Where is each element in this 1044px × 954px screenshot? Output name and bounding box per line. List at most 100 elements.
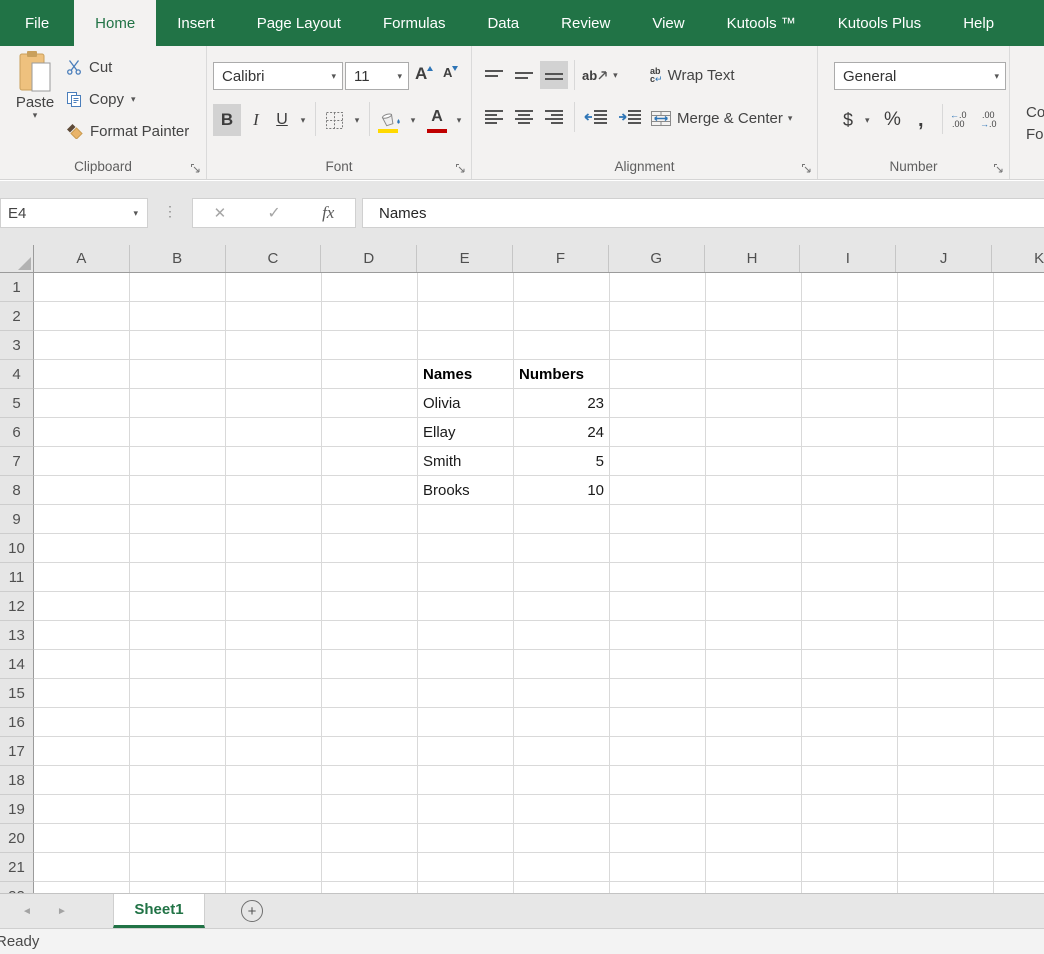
cell-C13[interactable] xyxy=(226,621,322,650)
cell-C15[interactable] xyxy=(226,679,322,708)
row-header-5[interactable]: 5 xyxy=(0,389,34,418)
new-sheet-button[interactable]: + xyxy=(241,900,263,922)
cell-E7[interactable]: Smith xyxy=(418,447,514,476)
cell-D20[interactable] xyxy=(322,824,418,853)
cell-F17[interactable] xyxy=(514,737,610,766)
cell-E4[interactable]: Names xyxy=(418,360,514,389)
row-header-21[interactable]: 21 xyxy=(0,853,34,882)
cell-I2[interactable] xyxy=(802,302,898,331)
cancel-icon[interactable]: ✕ xyxy=(214,204,227,222)
cell-H19[interactable] xyxy=(706,795,802,824)
cell-K9[interactable] xyxy=(994,505,1044,534)
fill-color-button[interactable] xyxy=(375,104,405,136)
cell-F5[interactable]: 23 xyxy=(514,389,610,418)
wrap-text-button[interactable]: ab c↵ Wrap Text xyxy=(650,61,735,89)
cell-A17[interactable] xyxy=(34,737,130,766)
cell-D4[interactable] xyxy=(322,360,418,389)
row-header-15[interactable]: 15 xyxy=(0,679,34,708)
cell-C16[interactable] xyxy=(226,708,322,737)
underline-button[interactable]: U xyxy=(269,104,295,136)
currency-format-button[interactable]: $ xyxy=(843,104,853,136)
cell-K19[interactable] xyxy=(994,795,1044,824)
cell-D21[interactable] xyxy=(322,853,418,882)
cell-D9[interactable] xyxy=(322,505,418,534)
ribbon-tab-page-layout[interactable]: Page Layout xyxy=(236,0,362,46)
ribbon-tab-review[interactable]: Review xyxy=(540,0,631,46)
cell-E14[interactable] xyxy=(418,650,514,679)
cell-J10[interactable] xyxy=(898,534,994,563)
cell-K12[interactable] xyxy=(994,592,1044,621)
cell-D7[interactable] xyxy=(322,447,418,476)
cell-F1[interactable] xyxy=(514,273,610,302)
alignment-dialog-launcher-icon[interactable] xyxy=(801,161,813,173)
cell-I17[interactable] xyxy=(802,737,898,766)
cell-A10[interactable] xyxy=(34,534,130,563)
cell-F19[interactable] xyxy=(514,795,610,824)
cell-D16[interactable] xyxy=(322,708,418,737)
cell-D12[interactable] xyxy=(322,592,418,621)
cell-F12[interactable] xyxy=(514,592,610,621)
cell-H21[interactable] xyxy=(706,853,802,882)
row-header-8[interactable]: 8 xyxy=(0,476,34,505)
cell-I22[interactable] xyxy=(802,882,898,893)
cell-H6[interactable] xyxy=(706,418,802,447)
copy-dropdown-caret[interactable]: ▾ xyxy=(131,94,136,104)
font-dialog-launcher-icon[interactable] xyxy=(455,161,467,173)
cell-K3[interactable] xyxy=(994,331,1044,360)
col-header-I[interactable]: I xyxy=(800,245,897,272)
cell-I1[interactable] xyxy=(802,273,898,302)
cell-I20[interactable] xyxy=(802,824,898,853)
underline-dropdown-caret[interactable]: ▾ xyxy=(295,104,311,136)
col-header-F[interactable]: F xyxy=(513,245,609,272)
cell-G2[interactable] xyxy=(610,302,706,331)
cell-C4[interactable] xyxy=(226,360,322,389)
cell-J18[interactable] xyxy=(898,766,994,795)
comma-style-button[interactable]: , xyxy=(918,104,924,136)
cell-J6[interactable] xyxy=(898,418,994,447)
cell-J11[interactable] xyxy=(898,563,994,592)
cell-D18[interactable] xyxy=(322,766,418,795)
row-header-12[interactable]: 12 xyxy=(0,592,34,621)
cell-C12[interactable] xyxy=(226,592,322,621)
fill-color-dropdown-caret[interactable]: ▾ xyxy=(405,104,421,136)
cell-C5[interactable] xyxy=(226,389,322,418)
cell-G11[interactable] xyxy=(610,563,706,592)
align-right-button[interactable] xyxy=(540,103,568,131)
cell-F9[interactable] xyxy=(514,505,610,534)
row-header-17[interactable]: 17 xyxy=(0,737,34,766)
cell-G12[interactable] xyxy=(610,592,706,621)
cell-C17[interactable] xyxy=(226,737,322,766)
cell-D5[interactable] xyxy=(322,389,418,418)
cell-K4[interactable] xyxy=(994,360,1044,389)
select-all-corner[interactable] xyxy=(0,245,34,272)
row-header-22[interactable]: 22 xyxy=(0,882,34,893)
cell-B5[interactable] xyxy=(130,389,226,418)
cell-C10[interactable] xyxy=(226,534,322,563)
cell-J16[interactable] xyxy=(898,708,994,737)
row-header-19[interactable]: 19 xyxy=(0,795,34,824)
cell-D11[interactable] xyxy=(322,563,418,592)
row-header-16[interactable]: 16 xyxy=(0,708,34,737)
cell-G21[interactable] xyxy=(610,853,706,882)
cell-C6[interactable] xyxy=(226,418,322,447)
conditional-formatting-partial-line2[interactable]: For xyxy=(1026,126,1044,143)
cell-H9[interactable] xyxy=(706,505,802,534)
cell-B21[interactable] xyxy=(130,853,226,882)
cell-H20[interactable] xyxy=(706,824,802,853)
cell-E20[interactable] xyxy=(418,824,514,853)
borders-button[interactable] xyxy=(319,104,349,136)
cell-D19[interactable] xyxy=(322,795,418,824)
cell-D6[interactable] xyxy=(322,418,418,447)
enter-icon[interactable]: ✓ xyxy=(267,203,280,223)
cell-I5[interactable] xyxy=(802,389,898,418)
cell-B15[interactable] xyxy=(130,679,226,708)
cell-I9[interactable] xyxy=(802,505,898,534)
cell-H22[interactable] xyxy=(706,882,802,893)
cell-B13[interactable] xyxy=(130,621,226,650)
cell-F22[interactable] xyxy=(514,882,610,893)
cell-G9[interactable] xyxy=(610,505,706,534)
cell-H4[interactable] xyxy=(706,360,802,389)
formula-bar-drag-handle[interactable]: ⋮ xyxy=(163,203,177,220)
cell-H1[interactable] xyxy=(706,273,802,302)
cell-A5[interactable] xyxy=(34,389,130,418)
